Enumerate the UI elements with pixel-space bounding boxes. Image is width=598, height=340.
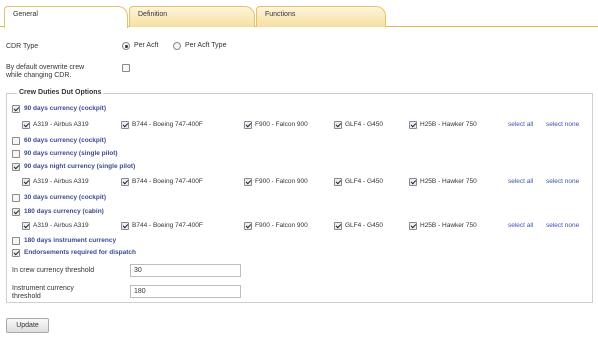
aircraft-checkbox[interactable] bbox=[121, 221, 129, 230]
duty-180-days-instrument[interactable]: 180 days instrument currency bbox=[12, 236, 116, 245]
tab-definition[interactable]: Definition bbox=[129, 6, 255, 27]
tab-functions[interactable]: Functions bbox=[256, 6, 386, 27]
aircraft-glf4[interactable]: GLF4 - G450 bbox=[334, 177, 383, 186]
duty-checkbox[interactable] bbox=[12, 207, 20, 216]
duty-30-days-cockpit[interactable]: 30 days currency (cockpit) bbox=[12, 193, 106, 202]
cdr-type-per-acft[interactable]: Per Acft bbox=[122, 42, 158, 51]
duty-checkbox[interactable] bbox=[12, 104, 20, 113]
aircraft-checkbox[interactable] bbox=[22, 120, 30, 129]
aircraft-b744[interactable]: B744 - Boeing 747-400F bbox=[121, 120, 203, 129]
duty-label: 180 days currency (cabin) bbox=[24, 208, 104, 215]
duty-endorsements[interactable]: Endorsements required for dispatch bbox=[12, 248, 136, 257]
crew-threshold-input[interactable]: 30 bbox=[130, 264, 241, 277]
aircraft-checkbox[interactable] bbox=[244, 120, 252, 129]
overwrite-label-line1: By default overwrite crew bbox=[6, 64, 85, 71]
aircraft-label: B744 - Boeing 747-400F bbox=[132, 222, 203, 229]
aircraft-h25b[interactable]: H25B - Hawker 750 bbox=[409, 120, 477, 129]
duty-checkbox[interactable] bbox=[12, 136, 20, 145]
duty-label: 90 days night currency (single pilot) bbox=[24, 163, 136, 170]
aircraft-label: H25B - Hawker 750 bbox=[420, 222, 477, 229]
aircraft-f900[interactable]: F900 - Falcon 900 bbox=[244, 120, 308, 129]
aircraft-b744[interactable]: B744 - Boeing 747-400F bbox=[121, 177, 203, 186]
select-none-link[interactable]: select none bbox=[546, 120, 579, 129]
aircraft-checkbox[interactable] bbox=[244, 221, 252, 230]
overwrite-label-line2: while changing CDR. bbox=[6, 72, 72, 79]
aircraft-checkbox[interactable] bbox=[334, 120, 342, 129]
duty-label: 30 days currency (cockpit) bbox=[24, 194, 107, 201]
aircraft-label: B744 - Boeing 747-400F bbox=[132, 121, 203, 128]
aircraft-checkbox[interactable] bbox=[334, 177, 342, 186]
duty-90-days-single-pilot[interactable]: 90 days currency (single pilot) bbox=[12, 149, 118, 158]
select-none-link[interactable]: select none bbox=[546, 177, 579, 186]
select-all-link[interactable]: select all bbox=[508, 177, 533, 186]
aircraft-label: H25B - Hawker 750 bbox=[420, 121, 477, 128]
select-all-link[interactable]: select all bbox=[508, 221, 533, 230]
aircraft-label: F900 - Falcon 900 bbox=[255, 121, 308, 128]
aircraft-a319[interactable]: A319 - Airbus A319 bbox=[22, 221, 89, 230]
aircraft-label: F900 - Falcon 900 bbox=[255, 222, 308, 229]
aircraft-checkbox[interactable] bbox=[334, 221, 342, 230]
tab-general[interactable]: General bbox=[4, 6, 128, 28]
aircraft-checkbox[interactable] bbox=[409, 120, 417, 129]
duty-checkbox[interactable] bbox=[12, 193, 20, 202]
aircraft-glf4[interactable]: GLF4 - G450 bbox=[334, 221, 383, 230]
crew-duties-legend: Crew Duties Dut Options bbox=[17, 89, 104, 96]
aircraft-label: B744 - Boeing 747-400F bbox=[132, 178, 203, 185]
cdr-type-label: CDR Type bbox=[6, 43, 39, 50]
select-all-link[interactable]: select all bbox=[508, 120, 533, 129]
update-button[interactable]: Update bbox=[6, 318, 49, 333]
aircraft-label: A319 - Airbus A319 bbox=[33, 178, 89, 185]
aircraft-label: F900 - Falcon 900 bbox=[255, 178, 308, 185]
duty-label: Endorsements required for dispatch bbox=[24, 249, 136, 256]
duty-checkbox[interactable] bbox=[12, 248, 20, 257]
duty-label: 60 days currency (cockpit) bbox=[24, 137, 107, 144]
aircraft-checkbox[interactable] bbox=[409, 177, 417, 186]
per-acft-radio[interactable] bbox=[122, 42, 130, 51]
per-acft-type-label: Per Acft Type bbox=[184, 42, 227, 50]
instrument-threshold-label-line1: Instrument currency bbox=[12, 285, 74, 292]
per-acft-label: Per Acft bbox=[133, 42, 159, 50]
instrument-threshold-label-line2: threshold bbox=[12, 293, 41, 300]
aircraft-b744[interactable]: B744 - Boeing 747-400F bbox=[121, 221, 203, 230]
tab-bar: General Definition Functions bbox=[0, 0, 598, 30]
aircraft-a319[interactable]: A319 - Airbus A319 bbox=[22, 120, 89, 129]
duty-checkbox[interactable] bbox=[12, 162, 20, 171]
aircraft-label: H25B - Hawker 750 bbox=[420, 178, 477, 185]
aircraft-checkbox[interactable] bbox=[409, 221, 417, 230]
aircraft-label: GLF4 - G450 bbox=[345, 178, 383, 185]
aircraft-a319[interactable]: A319 - Airbus A319 bbox=[22, 177, 89, 186]
aircraft-h25b[interactable]: H25B - Hawker 750 bbox=[409, 177, 477, 186]
aircraft-label: GLF4 - G450 bbox=[345, 222, 383, 229]
aircraft-checkbox[interactable] bbox=[121, 120, 129, 129]
aircraft-checkbox[interactable] bbox=[22, 221, 30, 230]
duty-label: 90 days currency (single pilot) bbox=[24, 150, 118, 157]
aircraft-label: A319 - Airbus A319 bbox=[33, 222, 89, 229]
aircraft-f900[interactable]: F900 - Falcon 900 bbox=[244, 221, 308, 230]
aircraft-label: GLF4 - G450 bbox=[345, 121, 383, 128]
aircraft-label: A319 - Airbus A319 bbox=[33, 121, 89, 128]
per-acft-type-radio[interactable] bbox=[173, 42, 181, 51]
cdr-type-per-acft-type[interactable]: Per Acft Type bbox=[173, 42, 226, 51]
aircraft-checkbox[interactable] bbox=[121, 177, 129, 186]
aircraft-f900[interactable]: F900 - Falcon 900 bbox=[244, 177, 308, 186]
aircraft-glf4[interactable]: GLF4 - G450 bbox=[334, 120, 383, 129]
duty-checkbox[interactable] bbox=[12, 149, 20, 158]
instrument-threshold-input[interactable]: 180 bbox=[130, 285, 241, 298]
duty-checkbox[interactable] bbox=[12, 236, 20, 245]
duty-60-days-cockpit[interactable]: 60 days currency (cockpit) bbox=[12, 136, 106, 145]
aircraft-checkbox[interactable] bbox=[22, 177, 30, 186]
crew-threshold-label: In crew currency threshold bbox=[12, 267, 95, 274]
duty-90-days-night-single-pilot[interactable]: 90 days night currency (single pilot) bbox=[12, 162, 135, 171]
duty-90-days-cockpit[interactable]: 90 days currency (cockpit) bbox=[12, 104, 106, 113]
select-none-link[interactable]: select none bbox=[546, 221, 579, 230]
duty-label: 90 days currency (cockpit) bbox=[24, 105, 107, 112]
overwrite-crew-checkbox[interactable] bbox=[122, 64, 130, 72]
aircraft-checkbox[interactable] bbox=[244, 177, 252, 186]
aircraft-h25b[interactable]: H25B - Hawker 750 bbox=[409, 221, 477, 230]
duty-180-days-cabin[interactable]: 180 days currency (cabin) bbox=[12, 207, 104, 216]
duty-label: 180 days instrument currency bbox=[24, 237, 117, 244]
